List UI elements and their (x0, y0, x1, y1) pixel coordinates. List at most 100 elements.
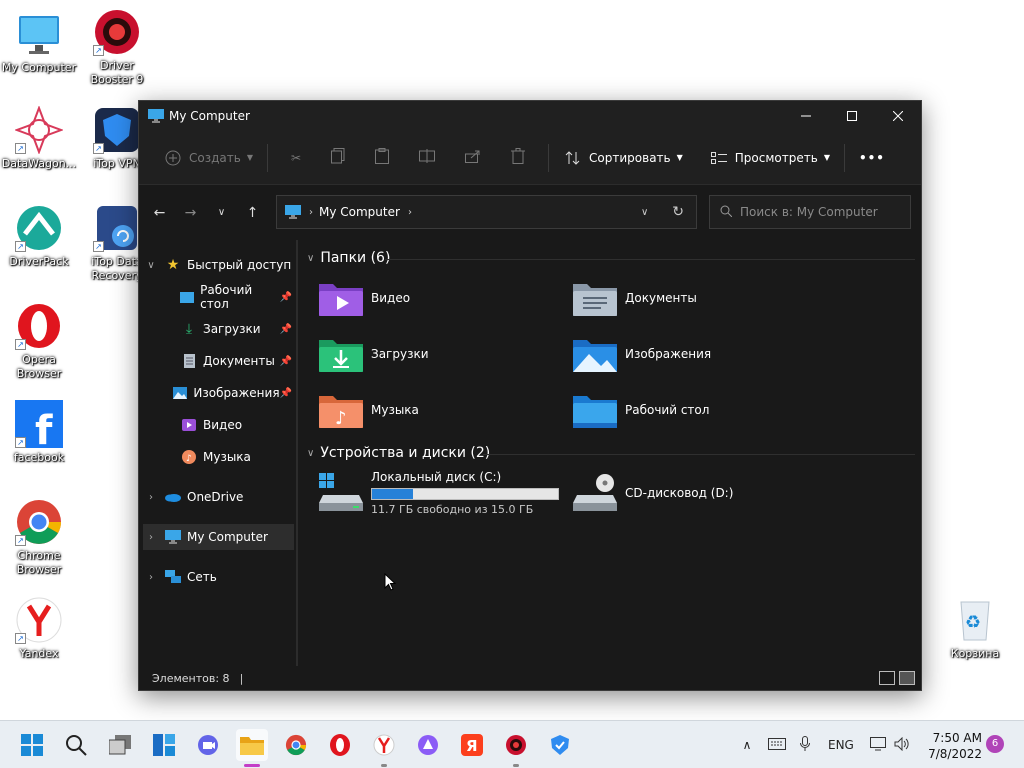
address-history-dropdown[interactable]: ∨ (641, 207, 648, 218)
taskbar-file-explorer[interactable] (236, 729, 268, 767)
network-status-icon[interactable] (869, 736, 888, 754)
folder-icon (240, 737, 264, 755)
up-button[interactable]: ↑ (237, 198, 268, 228)
sidebar-item-pictures[interactable]: Изображения 📌 (143, 380, 294, 406)
more-options-button[interactable]: ••• (853, 142, 891, 174)
refresh-icon[interactable]: ↻ (672, 204, 684, 220)
sort-button[interactable]: Сортировать ▼ (557, 142, 689, 174)
devices-group-header[interactable]: ∨ Устройства и диски (2) (307, 445, 490, 461)
chrome-icon (285, 734, 307, 756)
sidebar-item-label: Сеть (187, 570, 217, 584)
share-button[interactable] (450, 142, 496, 174)
clock-time: 7:50 AM (932, 731, 982, 745)
minimize-button[interactable] (783, 101, 829, 131)
large-icons-view-button[interactable] (899, 671, 915, 685)
copy-button[interactable] (316, 142, 360, 174)
sidebar-item-downloads[interactable]: ⤓ Загрузки 📌 (143, 316, 294, 342)
teams-chat-button[interactable] (192, 729, 224, 761)
folder-downloads[interactable]: Загрузки (319, 332, 569, 376)
folder-pictures[interactable]: Изображения (573, 332, 823, 376)
maximize-button[interactable] (829, 101, 875, 131)
details-view-button[interactable] (879, 671, 895, 685)
folder-documents[interactable]: Документы (573, 276, 823, 320)
sidebar-item-quick-access[interactable]: ∨ ★ Быстрый доступ (143, 252, 294, 278)
desktop-icon-label: DataWagon... (1, 157, 77, 170)
more-dots-icon: ••• (858, 150, 885, 165)
notification-badge[interactable]: 6 (986, 735, 1004, 753)
alice-assistant-icon (418, 735, 438, 755)
desktop-icon-chrome[interactable]: ↗ Chrome Browser (0, 498, 78, 577)
desktop-icon-yandex[interactable]: ↗ Yandex (0, 596, 78, 661)
drive-d[interactable]: CD-дисковод (D:) (573, 468, 733, 518)
back-button[interactable]: ← (144, 198, 175, 228)
document-icon (181, 353, 197, 369)
taskbar-clock[interactable]: 7:50 AM 7/8/2022 (928, 730, 982, 762)
desktop-icon-datawagon[interactable]: ↗ DataWagon... (0, 105, 78, 171)
desktop-icon-label: My Computer (1, 61, 77, 74)
cut-button[interactable]: ✂ (276, 142, 316, 174)
taskbar-opera[interactable] (324, 729, 356, 761)
desktop-icon-driver-booster[interactable]: ↗ Driver Booster 9 (78, 8, 156, 87)
navigation-pane: ∨ ★ Быстрый доступ Рабочий стол 📌 ⤓ Загр… (139, 240, 298, 666)
sidebar-item-my-computer[interactable]: › My Computer (143, 524, 294, 550)
group-title: Устройства и диски (2) (320, 445, 491, 461)
rename-button[interactable] (404, 142, 450, 174)
desktop-icon-driverpack[interactable]: ↗ DriverPack (0, 204, 78, 269)
sidebar-item-videos[interactable]: Видео (143, 412, 294, 438)
chevron-down-icon: ∨ (147, 259, 155, 271)
sidebar-item-documents[interactable]: Документы 📌 (143, 348, 294, 374)
paste-button[interactable] (360, 142, 404, 174)
folder-music[interactable]: ♪ Музыка (319, 388, 569, 432)
folder-name: Рабочий стол (625, 403, 710, 417)
delete-button[interactable] (496, 142, 540, 174)
clipboard-icon (375, 148, 390, 167)
task-view-button[interactable] (104, 729, 136, 761)
view-label: Просмотреть (734, 150, 818, 165)
taskbar-yandex[interactable]: Я (456, 729, 488, 761)
keyboard-icon[interactable] (768, 737, 786, 753)
desktop-icon-recycle-bin[interactable]: ♻ Корзина (936, 596, 1014, 661)
widgets-button[interactable] (148, 729, 180, 761)
taskbar-chrome[interactable] (280, 729, 312, 761)
chevron-right-icon: › (149, 531, 153, 543)
taskbar-search-button[interactable] (60, 729, 92, 761)
sidebar-item-onedrive[interactable]: › OneDrive (143, 484, 294, 510)
taskbar-driver-booster[interactable] (500, 729, 532, 767)
taskbar-yandex-browser[interactable] (368, 729, 400, 767)
address-bar[interactable]: › My Computer › ∨ ↻ (276, 195, 697, 229)
vpn-shield-icon (551, 735, 569, 755)
taskbar-alice[interactable] (412, 729, 444, 761)
create-button[interactable]: Создать ▼ (157, 142, 259, 174)
search-input[interactable] (740, 205, 900, 219)
folder-videos[interactable]: Видео (319, 276, 569, 320)
driverpack-icon: ↗ (15, 204, 63, 252)
picture-icon (173, 385, 188, 401)
taskbar-itop-vpn[interactable] (544, 729, 576, 761)
sidebar-item-label: OneDrive (187, 490, 244, 504)
sidebar-item-music[interactable]: ♪ Музыка (143, 444, 294, 470)
close-button[interactable] (875, 101, 921, 131)
sidebar-item-network[interactable]: › Сеть (143, 564, 294, 590)
breadcrumb-my-computer[interactable]: My Computer (319, 205, 400, 219)
input-language-indicator[interactable]: ENG (828, 738, 854, 752)
desktop-icon-opera[interactable]: ↗ Opera Browser (0, 302, 78, 381)
view-button[interactable]: Просмотреть ▼ (703, 142, 836, 174)
microphone-icon[interactable] (800, 735, 810, 755)
folder-desktop[interactable]: Рабочий стол (573, 388, 823, 432)
desktop-icon-my-computer[interactable]: My Computer (0, 10, 78, 75)
sidebar-item-desktop[interactable]: Рабочий стол 📌 (143, 283, 294, 311)
command-bar: Создать ▼ ✂ Сортировать ▼ Просмотреть ▼ ••• (139, 131, 921, 185)
create-label: Создать (189, 150, 241, 165)
recent-locations-button[interactable]: ∨ (206, 198, 237, 228)
forward-button[interactable]: → (175, 198, 206, 228)
desktop-icon-facebook[interactable]: f ↗ facebook (0, 400, 78, 465)
search-box[interactable] (709, 195, 911, 229)
volume-icon[interactable] (894, 736, 910, 754)
start-button[interactable] (16, 729, 48, 761)
drive-c[interactable]: Локальный диск (C:) 11.7 ГБ свободно из … (319, 468, 559, 518)
video-folder-icon (319, 280, 363, 316)
title-bar[interactable]: My Computer (139, 101, 921, 131)
chevron-up-icon[interactable]: ∧ (738, 738, 756, 752)
drive-name: CD-дисковод (D:) (625, 486, 734, 500)
folders-group-header[interactable]: ∨ Папки (6) (307, 250, 390, 266)
